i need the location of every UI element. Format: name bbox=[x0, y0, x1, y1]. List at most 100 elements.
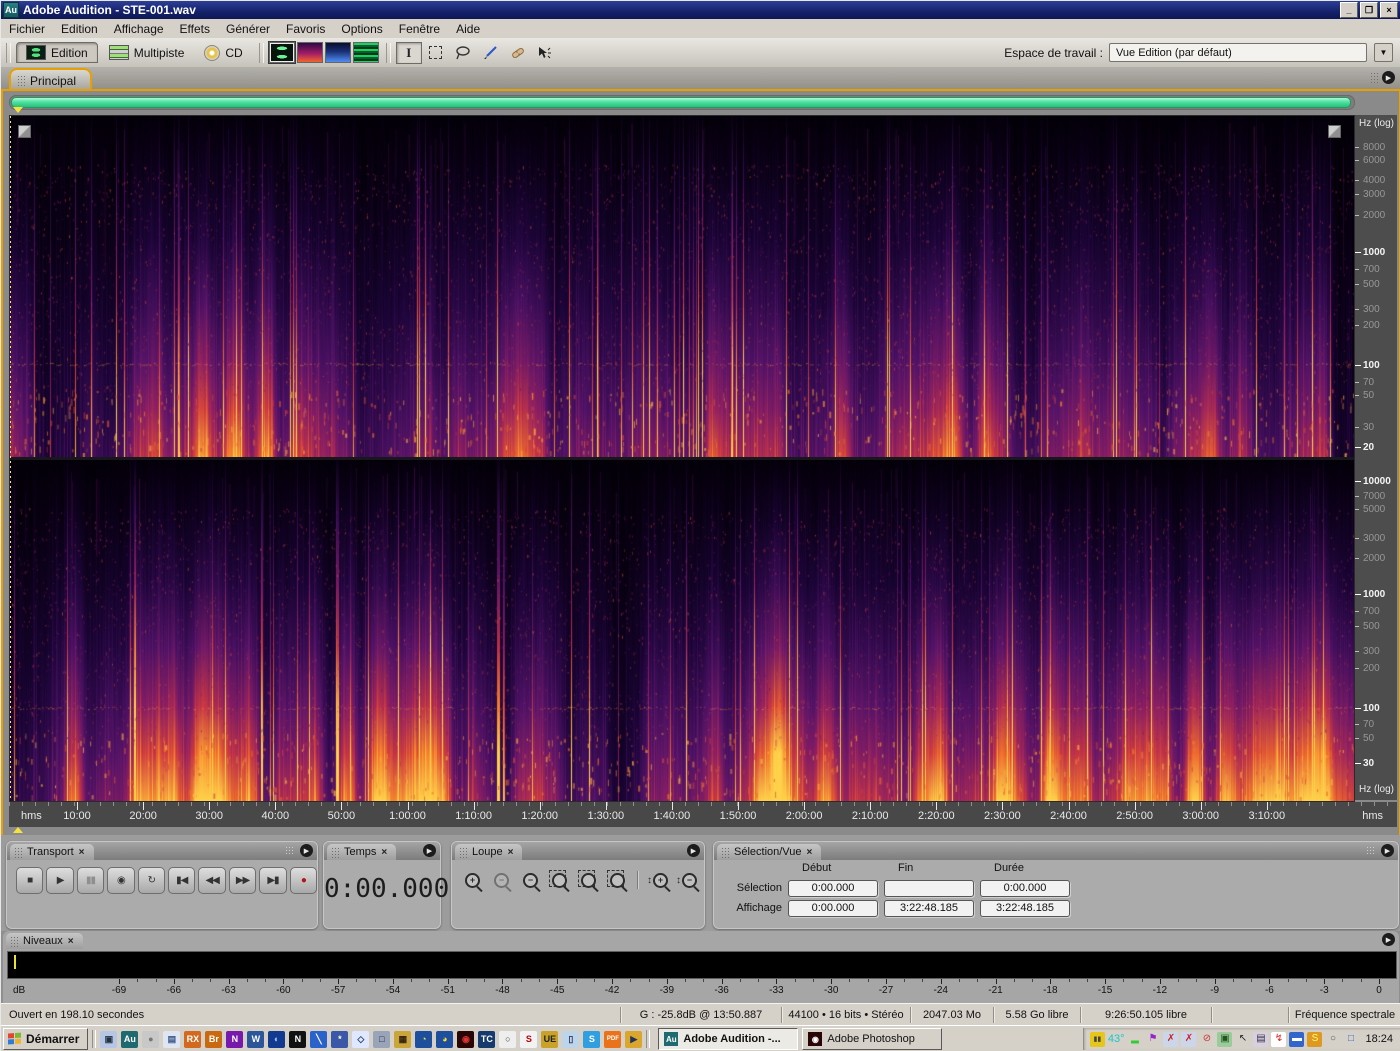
quicklaunch-planet-icon[interactable]: ◐ bbox=[268, 1030, 286, 1048]
taskbar-window-adobe-audition[interactable]: Au Adobe Audition -... bbox=[658, 1028, 799, 1050]
selection-handle-left[interactable] bbox=[18, 125, 31, 138]
quicklaunch-effects-icon[interactable]: * bbox=[331, 1030, 349, 1048]
time-ruler[interactable]: hms hms 10:00 20:00 30:00 40:00 50:00 1:00:00… bbox=[9, 802, 1397, 827]
selection-handle-right[interactable] bbox=[1328, 125, 1341, 138]
workspace-dropdown[interactable]: Vue Edition (par défaut) bbox=[1109, 43, 1367, 62]
go-to-end-button[interactable]: ▶▮ bbox=[259, 867, 287, 894]
effects-paintbrush-tool[interactable] bbox=[477, 42, 503, 64]
chevron-down-icon[interactable]: ▼ bbox=[1374, 43, 1393, 62]
affichage-duree-field[interactable]: 3:22:48.185 bbox=[980, 900, 1070, 917]
taskbar-window-adobe-photoshop[interactable]: ◉ Adobe Photoshop bbox=[802, 1028, 943, 1050]
rewind-button[interactable]: ◀◀ bbox=[198, 867, 226, 894]
loupe-flyout-button[interactable]: ▶ bbox=[687, 844, 700, 857]
quicklaunch-desktop-icon[interactable]: ▣ bbox=[100, 1030, 118, 1048]
tray-device-icon[interactable]: ▣ bbox=[1217, 1031, 1233, 1047]
play-button[interactable]: ▶ bbox=[46, 867, 74, 894]
tray-currency-icon[interactable]: S bbox=[1307, 1031, 1323, 1047]
tray-underscore-icon[interactable]: ▂ bbox=[1127, 1032, 1142, 1047]
close-icon[interactable]: × bbox=[68, 936, 74, 947]
start-button[interactable]: Démarrer bbox=[3, 1028, 89, 1050]
zoom-out-horizontal-button[interactable]: − bbox=[489, 869, 514, 891]
selection-duree-field[interactable]: 0:00.000 bbox=[980, 880, 1070, 897]
quicklaunch-onenote-icon[interactable]: N bbox=[226, 1030, 244, 1048]
quicklaunch-calculator-icon[interactable]: ▤ bbox=[163, 1030, 181, 1048]
menu-favoris[interactable]: Favoris bbox=[278, 21, 333, 37]
temps-tab[interactable]: Temps × bbox=[327, 844, 397, 860]
play-looped-button[interactable]: ↻ bbox=[137, 867, 166, 894]
waveform-view-button[interactable] bbox=[267, 41, 296, 64]
quicklaunch-photoshop-eye-icon[interactable]: ◉ bbox=[457, 1030, 475, 1048]
temps-flyout-button[interactable]: ▶ bbox=[423, 844, 436, 857]
quicklaunch-chart-icon[interactable]: ▦ bbox=[394, 1030, 412, 1048]
quicklaunch-browser2-icon[interactable]: ◕ bbox=[436, 1030, 454, 1048]
menu-edition[interactable]: Edition bbox=[53, 21, 106, 37]
quicklaunch-viewer-icon[interactable]: □ bbox=[373, 1030, 391, 1048]
zoom-in-right-selection-button[interactable] bbox=[605, 869, 630, 891]
spectral-display[interactable] bbox=[9, 115, 1355, 802]
quicklaunch-pdf-icon[interactable]: PDF bbox=[604, 1030, 622, 1048]
quicklaunch-capture-icon[interactable]: N bbox=[289, 1030, 307, 1048]
selection-fin-field[interactable] bbox=[884, 880, 974, 897]
selection-flyout-button[interactable]: ▶ bbox=[1381, 844, 1394, 857]
spectral-frequency-view-button[interactable] bbox=[296, 42, 323, 63]
menu-options[interactable]: Options bbox=[333, 21, 390, 37]
tray-display-icon[interactable]: ▬ bbox=[1289, 1031, 1305, 1047]
spot-healing-brush-tool[interactable] bbox=[504, 42, 530, 64]
selection-vue-tab[interactable]: Sélection/Vue × bbox=[717, 844, 822, 860]
record-button[interactable]: ● bbox=[289, 867, 318, 894]
scrub-tool[interactable] bbox=[531, 42, 557, 64]
menu-effets[interactable]: Effets bbox=[172, 21, 218, 37]
frequency-axis-top[interactable]: Hz (log) 8000 6000 4000 3000 2000 1000 700 500 3… bbox=[1355, 115, 1397, 458]
menu-aide[interactable]: Aide bbox=[448, 21, 488, 37]
selection-debut-field[interactable]: 0:00.000 bbox=[788, 880, 878, 897]
menu-fichier[interactable]: Fichier bbox=[1, 21, 53, 37]
tray-power-icon[interactable]: ↯ bbox=[1271, 1031, 1287, 1047]
affichage-fin-field[interactable]: 3:22:48.185 bbox=[884, 900, 974, 917]
tabstrip-flyout-button[interactable]: ▶ bbox=[1382, 71, 1395, 84]
mode-tab-cd[interactable]: CD bbox=[195, 43, 251, 63]
marquee-selection-tool[interactable] bbox=[423, 42, 449, 64]
fast-forward-button[interactable]: ▶▶ bbox=[228, 867, 257, 894]
spectrogram-left-channel[interactable] bbox=[10, 116, 1354, 457]
tray-network1-icon[interactable]: ✗ bbox=[1163, 1031, 1179, 1047]
close-icon[interactable]: × bbox=[79, 847, 85, 858]
pause-button[interactable]: ▮▮ bbox=[76, 867, 105, 894]
close-icon[interactable]: × bbox=[381, 847, 387, 858]
tray-network2-icon[interactable]: ✗ bbox=[1181, 1031, 1197, 1047]
spectral-pan-view-button[interactable] bbox=[324, 42, 351, 63]
play-spooled-button[interactable]: ◉ bbox=[107, 867, 135, 894]
quicklaunch-tool-icon[interactable]: ◇ bbox=[352, 1030, 370, 1048]
spectral-phase-view-button[interactable] bbox=[352, 42, 379, 63]
quicklaunch-wand-icon[interactable]: ╲ bbox=[310, 1030, 328, 1048]
quicklaunch-player-icon[interactable]: ● bbox=[142, 1030, 160, 1048]
quicklaunch-bridge-icon[interactable]: Br bbox=[205, 1030, 223, 1048]
transport-tab[interactable]: Transport × bbox=[10, 844, 94, 860]
spectrogram-right-channel[interactable] bbox=[10, 460, 1354, 801]
lasso-selection-tool[interactable] bbox=[450, 42, 476, 64]
tray-blocked-icon[interactable]: ⊘ bbox=[1199, 1032, 1214, 1047]
level-meter[interactable] bbox=[7, 951, 1397, 979]
quicklaunch-clock-icon[interactable]: ○ bbox=[499, 1030, 517, 1048]
transport-flyout-button[interactable]: ▶ bbox=[300, 844, 313, 857]
zoom-in-left-selection-button[interactable] bbox=[576, 869, 601, 891]
niveaux-tab[interactable]: Niveaux × bbox=[6, 933, 83, 949]
mode-tab-multipiste[interactable]: Multipiste bbox=[100, 43, 194, 62]
tab-principal[interactable]: Principal bbox=[9, 68, 93, 91]
affichage-debut-field[interactable]: 0:00.000 bbox=[788, 900, 878, 917]
menu-affichage[interactable]: Affichage bbox=[106, 21, 172, 37]
zoom-out-vertical-button[interactable]: ↕ − bbox=[674, 869, 699, 891]
mode-tab-edition[interactable]: Edition bbox=[16, 42, 98, 63]
frequency-axis-bottom[interactable]: Hz (log) 10000 7000 5000 3000 2000 1000 700 500… bbox=[1355, 458, 1397, 800]
quicklaunch-ultraedit-icon[interactable]: UE bbox=[541, 1030, 559, 1048]
quicklaunch-rx-icon[interactable]: RX bbox=[184, 1030, 202, 1048]
time-selection-tool[interactable]: I bbox=[395, 41, 422, 64]
zoom-in-horizontal-button[interactable]: + bbox=[460, 869, 485, 891]
menu-fenetre[interactable]: Fenêtre bbox=[391, 21, 448, 37]
close-button[interactable]: × bbox=[1380, 2, 1398, 18]
stop-button[interactable]: ■ bbox=[16, 867, 44, 894]
quicklaunch-audition-icon[interactable]: Au bbox=[121, 1030, 139, 1048]
quicklaunch-tc-icon[interactable]: TC bbox=[478, 1030, 496, 1048]
scrollbar-thumb[interactable] bbox=[11, 97, 1351, 108]
close-icon[interactable]: × bbox=[806, 847, 812, 858]
zoom-out-full-button[interactable]: − bbox=[518, 869, 543, 891]
